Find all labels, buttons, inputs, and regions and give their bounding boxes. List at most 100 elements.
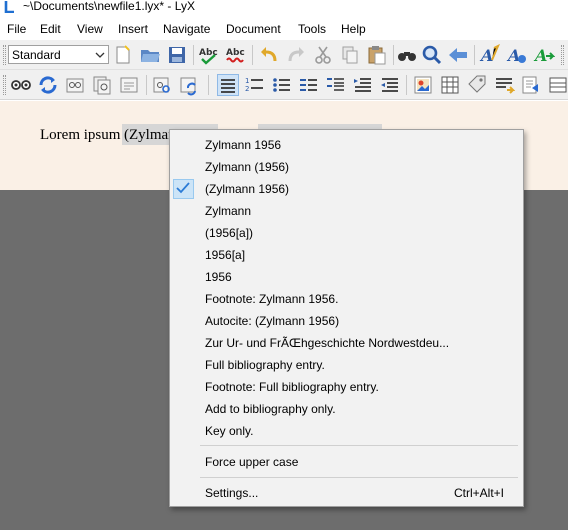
view-master-icon[interactable] <box>91 74 113 96</box>
menu-item-style-6[interactable]: 1956 <box>171 266 522 288</box>
open-folder-icon[interactable] <box>139 44 161 66</box>
menu-item-shortcut: Ctrl+Alt+I <box>453 486 504 500</box>
menu-item-style-1[interactable]: Zylmann (1956) <box>171 156 522 178</box>
menu-item-label: Key only. <box>205 424 254 438</box>
list-icon[interactable] <box>325 74 347 96</box>
svg-text:A: A <box>479 46 493 65</box>
svg-text:A: A <box>506 46 520 65</box>
toolbar-view: 12 <box>0 70 568 100</box>
menu-item-label: Footnote: Full bibliography entry. <box>205 380 379 394</box>
insert-ref-icon[interactable] <box>493 74 515 96</box>
toggle-outline-icon[interactable] <box>217 74 239 96</box>
menu-item-label: Settings... <box>205 486 259 500</box>
menu-navigate[interactable]: Navigate <box>163 21 210 37</box>
citation-text: (Zylman <box>124 127 176 143</box>
menu-item-label: Zylmann (1956) <box>205 160 290 174</box>
view-icon[interactable] <box>10 74 32 96</box>
menu-bar: File Edit View Insert Navigate Document … <box>0 18 568 40</box>
menu-item-settings[interactable]: Settings... Ctrl+Alt+I <box>171 482 522 504</box>
view-ps-icon[interactable] <box>118 74 140 96</box>
insert-label-icon[interactable] <box>466 74 488 96</box>
toolbar-separator <box>193 45 194 65</box>
document-text: Lorem ipsum <box>40 127 121 143</box>
title-bar: ~\Documents\newfile1.lyx* - LyX <box>0 0 568 16</box>
svg-text:1: 1 <box>245 77 249 85</box>
redo-icon[interactable] <box>285 44 307 66</box>
view-other-icon[interactable] <box>64 74 86 96</box>
menu-file[interactable]: File <box>7 21 26 37</box>
menu-item-label: Zylmann <box>205 204 252 218</box>
toolbar-grip[interactable] <box>3 45 6 65</box>
menu-separator <box>200 477 518 478</box>
menu-item-force-upper-case[interactable]: Force upper case <box>171 451 522 473</box>
menu-item-style-13[interactable]: Key only. <box>171 420 522 442</box>
undo-icon[interactable] <box>258 44 280 66</box>
toolbar-separator <box>208 75 209 95</box>
layout-select-value: Standard <box>12 48 61 62</box>
toolbar-separator <box>406 75 407 95</box>
menu-item-style-8[interactable]: Autocite: (Zylmann 1956) <box>171 310 522 332</box>
menu-item-style-9[interactable]: Zur Ur- und FrÃŒhgeschichte Nordwestdeu.… <box>171 332 522 354</box>
copy-icon[interactable] <box>339 44 361 66</box>
menu-item-label: Footnote: Zylmann 1956. <box>205 292 339 306</box>
menu-item-style-3[interactable]: Zylmann <box>171 200 522 222</box>
insert-more-icon[interactable] <box>547 74 568 96</box>
menu-item-label: Zylmann 1956 <box>205 138 282 152</box>
menu-item-label: Force upper case <box>205 455 299 469</box>
chevron-down-icon <box>95 52 105 58</box>
toolbar-grip[interactable] <box>3 75 6 95</box>
menu-item-label: (Zylmann 1956) <box>205 182 290 196</box>
toolbar-grip[interactable] <box>561 45 564 65</box>
menu-insert[interactable]: Insert <box>118 21 148 37</box>
svg-text:A: A <box>533 46 547 65</box>
svg-text:Abc: Abc <box>226 48 245 58</box>
svg-text:2: 2 <box>245 85 249 93</box>
insert-include-icon[interactable] <box>520 74 542 96</box>
menu-item-style-4[interactable]: (1956[a]) <box>171 222 522 244</box>
numbered-list-icon[interactable]: 12 <box>244 74 266 96</box>
menu-item-style-11[interactable]: Footnote: Full bibliography entry. <box>171 376 522 398</box>
menu-item-style-5[interactable]: 1956[a] <box>171 244 522 266</box>
toolbar-separator <box>474 45 475 65</box>
cut-icon[interactable] <box>312 44 334 66</box>
menu-item-style-0[interactable]: Zylmann 1956 <box>171 134 522 156</box>
toolbar-separator <box>146 75 147 95</box>
bullet-list-icon[interactable] <box>271 74 293 96</box>
menu-help[interactable]: Help <box>341 21 366 37</box>
spellcheck-continuous-icon[interactable]: Abc <box>225 44 247 66</box>
text-style-icon[interactable]: A <box>479 44 501 66</box>
menu-item-style-2[interactable]: (Zylmann 1956) <box>171 178 522 200</box>
menu-item-style-10[interactable]: Full bibliography entry. <box>171 354 522 376</box>
update-icon[interactable] <box>37 74 59 96</box>
new-document-icon[interactable] <box>112 44 134 66</box>
outdent-icon[interactable] <box>379 74 401 96</box>
window-title: ~\Documents\newfile1.lyx* - LyX <box>23 0 195 13</box>
insert-graphics-icon[interactable] <box>412 74 434 96</box>
description-icon[interactable] <box>298 74 320 96</box>
checkmark-icon <box>176 182 190 194</box>
toolbar-separator <box>252 45 253 65</box>
update-master-icon[interactable] <box>178 74 200 96</box>
menu-edit[interactable]: Edit <box>40 21 61 37</box>
menu-item-label: (1956[a]) <box>205 226 254 240</box>
menu-item-style-12[interactable]: Add to bibliography only. <box>171 398 522 420</box>
spellcheck-icon[interactable]: Abc <box>198 44 220 66</box>
menu-tools[interactable]: Tools <box>298 21 326 37</box>
menu-item-style-7[interactable]: Footnote: Zylmann 1956. <box>171 288 522 310</box>
update-ps-icon[interactable] <box>151 74 173 96</box>
menu-view[interactable]: View <box>77 21 103 37</box>
lyx-logo-icon <box>4 1 14 13</box>
menu-document[interactable]: Document <box>226 21 281 37</box>
back-arrow-icon[interactable] <box>447 44 469 66</box>
paste-icon[interactable] <box>366 44 388 66</box>
paragraph-layout-select[interactable]: Standard <box>8 45 109 64</box>
save-icon[interactable] <box>166 44 188 66</box>
text-style-apply-icon[interactable]: A <box>506 44 528 66</box>
menu-item-label: Full bibliography entry. <box>205 358 325 372</box>
menu-item-label: 1956[a] <box>205 248 246 262</box>
indent-icon[interactable] <box>352 74 374 96</box>
find-binoculars-icon[interactable] <box>396 44 418 66</box>
text-style-go-icon[interactable]: A <box>533 44 555 66</box>
insert-table-icon[interactable] <box>439 74 461 96</box>
find-replace-icon[interactable] <box>421 44 443 66</box>
